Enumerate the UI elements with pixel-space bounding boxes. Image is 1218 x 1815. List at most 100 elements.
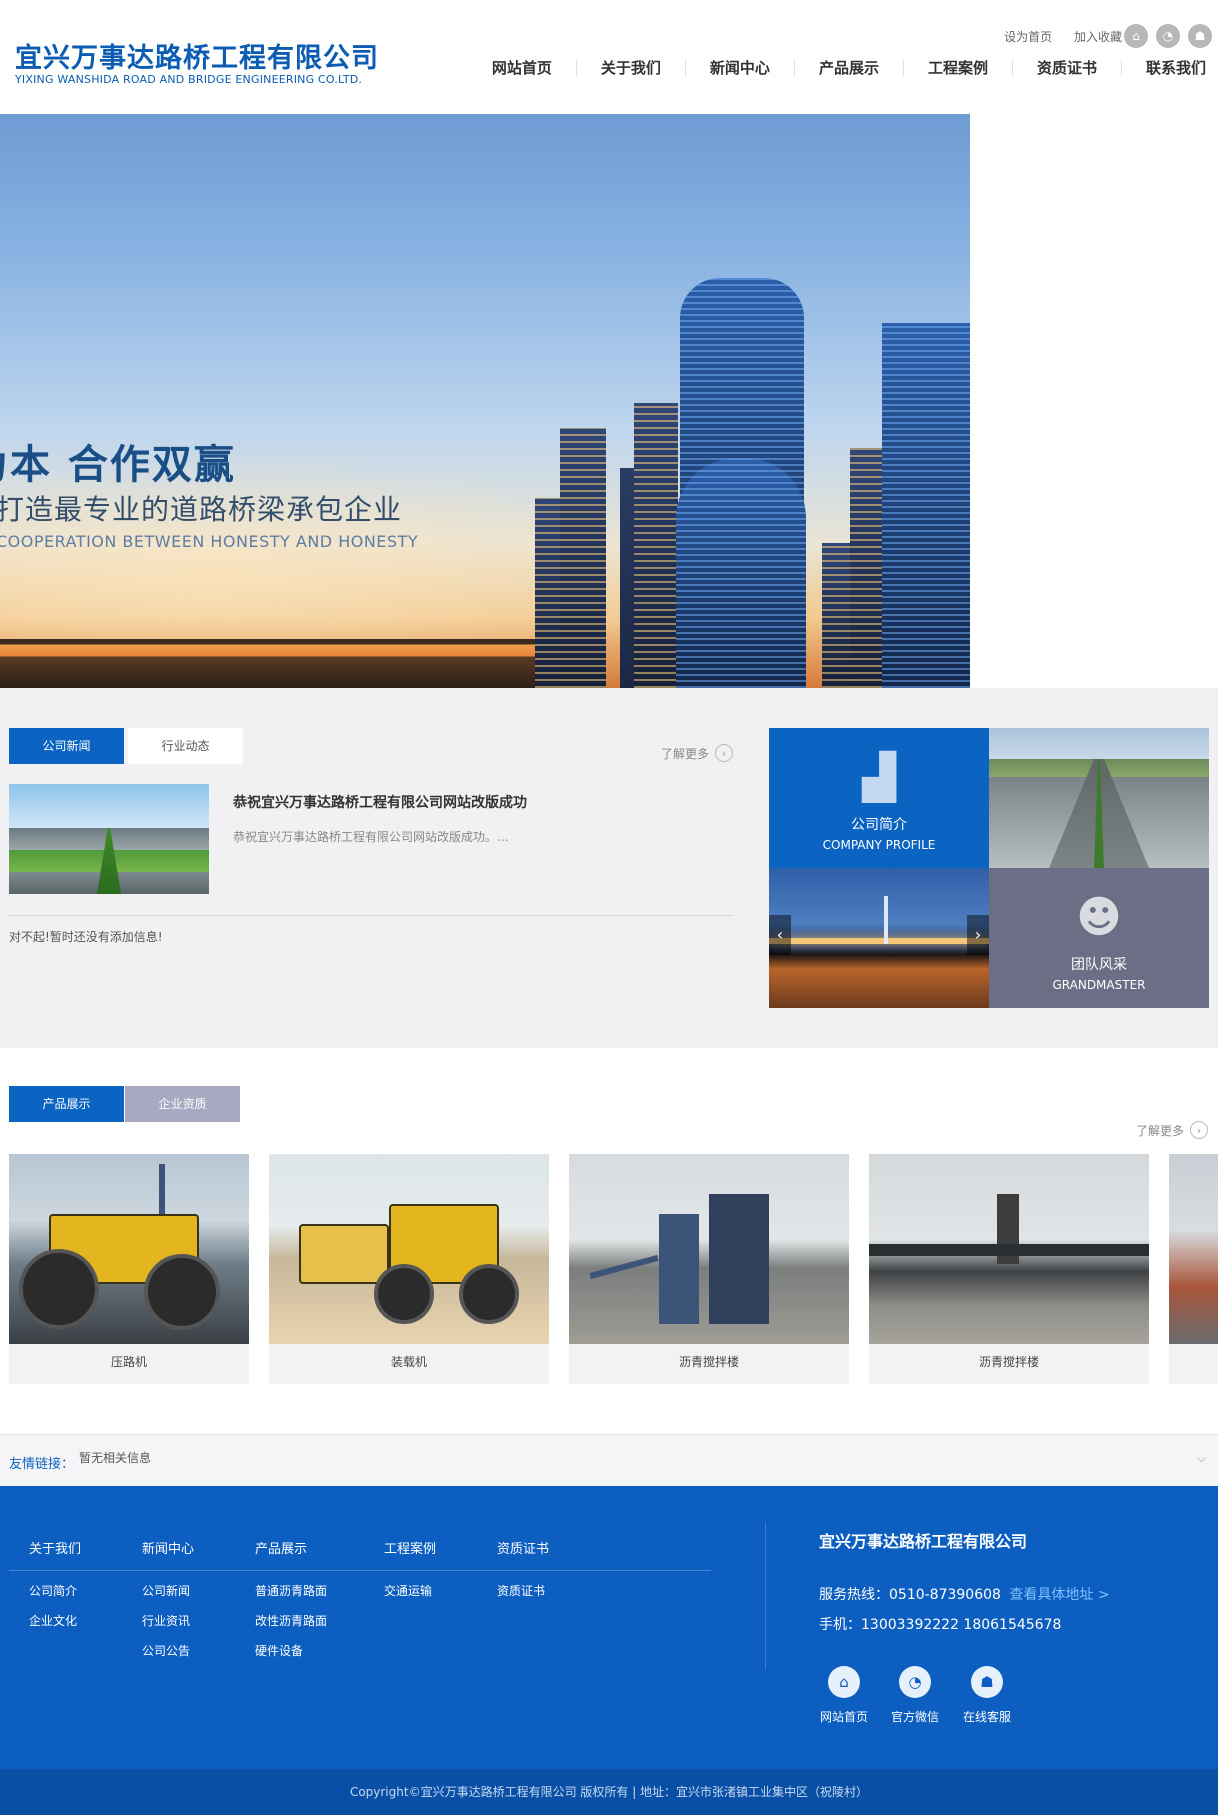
footer-icon-label: 官方微信 (890, 1710, 939, 1724)
footer-home-button[interactable]: ⌂ 网站首页 (812, 1666, 876, 1725)
footer-address-link[interactable]: 查看具体地址 > (1009, 1587, 1109, 1603)
footer-link[interactable]: 公司简介 (29, 1582, 77, 1599)
footer-col-title[interactable]: 工程案例 (384, 1538, 436, 1557)
qq-icon[interactable]: ☗ (1188, 24, 1212, 48)
nav-certificates[interactable]: 资质证书 (1011, 60, 1121, 76)
home-icon[interactable]: ⌂ (1124, 24, 1148, 48)
footer-company-name: 宜兴万事达路桥工程有限公司 (819, 1532, 1028, 1551)
tab-qualifications[interactable]: 企业资质 (125, 1086, 240, 1122)
banner-building (882, 323, 970, 688)
slider-prev-button[interactable]: ‹ (769, 915, 791, 955)
footer-divider (9, 1570, 711, 1571)
footer-col-news: 新闻中心 公司新闻 行业资讯 公司公告 (142, 1538, 194, 1658)
footer-link[interactable]: 普通沥青路面 (255, 1582, 327, 1599)
logo-subtitle: YIXING WANSHIDA ROAD AND BRIDGE ENGINEER… (15, 73, 363, 86)
footer-col-title[interactable]: 资质证书 (497, 1538, 549, 1557)
footer-hotline: 服务热线：0510-87390608 查看具体地址 > (819, 1584, 1110, 1604)
product-image (1169, 1154, 1218, 1344)
footer-hotline-text: 服务热线：0510-87390608 (819, 1587, 1001, 1603)
chevron-down-icon[interactable]: ⌵ (1197, 1451, 1206, 1466)
footer-col-title[interactable]: 新闻中心 (142, 1538, 194, 1557)
footer-wechat-button[interactable]: ◔ 官方微信 (883, 1666, 947, 1725)
footer-link[interactable]: 资质证书 (497, 1582, 545, 1599)
site-footer: 关于我们 公司简介 企业文化 新闻中心 公司新闻 行业资讯 公司公告 产品展示 … (0, 1486, 1218, 1769)
about-grid: ▟ 公司简介 COMPANY PROFILE ☻ 团队风采 GRANDMASTE… (769, 728, 1209, 1008)
team-tile[interactable]: ☻ 团队风采 GRANDMASTER (989, 868, 1209, 1008)
product-image (269, 1154, 549, 1344)
footer-col-certs: 资质证书 资质证书 (497, 1538, 549, 1598)
main-nav: 网站首页 关于我们 新闻中心 产品展示 工程案例 资质证书 联系我们 (468, 60, 1218, 76)
news-more-label: 了解更多 (661, 746, 710, 761)
footer-link[interactable]: 硬件设备 (255, 1642, 303, 1659)
footer-link[interactable]: 改性沥青路面 (255, 1612, 327, 1629)
hero-banner[interactable]: 为本 合作双赢 打造最专业的道路桥梁承包企业 COOPERATION BETWE… (0, 114, 970, 688)
nav-home[interactable]: 网站首页 (468, 60, 576, 76)
footer-link[interactable]: 企业文化 (29, 1612, 77, 1629)
footer-vertical-divider (765, 1522, 766, 1670)
footer-icon-label: 在线客服 (962, 1710, 1011, 1724)
bridge-image-slider[interactable] (769, 868, 989, 1008)
product-name: 沥青搅拌楼 (678, 1355, 739, 1369)
banner-headline: 为本 合作双赢 (0, 442, 236, 488)
friendly-links-value: 暂无相关信息 (79, 1451, 152, 1465)
top-social-icons: ⌂ ◔ ☗ (1124, 24, 1212, 48)
products-more-link[interactable]: 了解更多 › (1136, 1121, 1209, 1139)
loader-bucket (299, 1224, 389, 1284)
footer-col-products: 产品展示 普通沥青路面 改性沥青路面 硬件设备 (255, 1538, 327, 1658)
logo-title[interactable]: 宜兴万事达路桥工程有限公司 (15, 36, 379, 75)
site-header: 宜兴万事达路桥工程有限公司 YIXING WANSHIDA ROAD AND B… (0, 0, 1218, 114)
footer-link[interactable]: 交通运输 (384, 1582, 432, 1599)
qq-icon: ☗ (971, 1666, 1003, 1698)
team-label: 团队风采 (1071, 957, 1127, 973)
loader-wheel (374, 1264, 434, 1324)
banner-english: COOPERATION BETWEEN HONESTY AND HONESTY (0, 532, 419, 551)
news-featured-summary: 恭祝宜兴万事达路桥工程有限公司网站改版成功。... (233, 830, 509, 844)
nav-about[interactable]: 关于我们 (575, 60, 685, 76)
nav-contact[interactable]: 联系我们 (1120, 60, 1218, 76)
news-divider (9, 915, 734, 916)
company-profile-tile[interactable]: ▟ 公司简介 COMPANY PROFILE (769, 728, 989, 868)
news-more-link[interactable]: 了解更多 › (661, 744, 734, 762)
add-favorite-link[interactable]: 加入收藏 (1074, 30, 1122, 44)
nav-cases[interactable]: 工程案例 (902, 60, 1012, 76)
copyright-bar: Copyright©宜兴万事达路桥工程有限公司 版权所有 | 地址：宜兴市张渚镇… (0, 1769, 1218, 1815)
bridge-tower (884, 896, 888, 944)
plant-tower (659, 1214, 699, 1324)
footer-link[interactable]: 公司新闻 (142, 1582, 190, 1599)
nav-news[interactable]: 新闻中心 (684, 60, 794, 76)
tab-products[interactable]: 产品展示 (9, 1086, 124, 1122)
tab-company-news[interactable]: 公司新闻 (9, 728, 124, 764)
product-image (869, 1154, 1149, 1344)
footer-col-title[interactable]: 关于我们 (29, 1538, 81, 1557)
product-name: 沥青搅拌楼 (978, 1355, 1039, 1369)
footer-service-button[interactable]: ☗ 在线客服 (955, 1666, 1019, 1725)
home-icon: ⌂ (828, 1666, 860, 1698)
slider-next-button[interactable]: › (967, 915, 989, 955)
footer-mobile: 手机：13003392222 18061545678 (819, 1617, 1062, 1633)
tab-industry-news[interactable]: 行业动态 (128, 728, 243, 764)
friendly-links-bar: 友情链接： 暂无相关信息 ⌵ (0, 1434, 1218, 1486)
footer-col-title[interactable]: 产品展示 (255, 1538, 307, 1557)
product-card-partial[interactable] (1169, 1154, 1218, 1384)
product-card[interactable]: 沥青搅拌楼 (569, 1154, 849, 1384)
bridge-deck (769, 938, 989, 944)
product-card[interactable]: 装载机 (269, 1154, 549, 1384)
company-profile-label: 公司简介 (851, 817, 907, 833)
product-card[interactable]: 沥青搅拌楼 (869, 1154, 1149, 1384)
building-icon: ▟ (862, 752, 896, 803)
wechat-icon[interactable]: ◔ (1156, 24, 1180, 48)
set-homepage-link[interactable]: 设为首页 (1004, 30, 1052, 44)
top-links: 设为首页 加入收藏 (986, 28, 1122, 45)
nav-products[interactable]: 产品展示 (793, 60, 903, 76)
roller-drum (144, 1254, 220, 1330)
news-tabs: 公司新闻 行业动态 (9, 728, 243, 764)
news-thumbnail[interactable] (9, 784, 209, 894)
news-featured-title[interactable]: 恭祝宜兴万事达路桥工程有限公司网站改版成功 (233, 792, 527, 812)
product-image (569, 1154, 849, 1344)
loader-wheel (459, 1264, 519, 1324)
product-card[interactable]: 压路机 (9, 1154, 249, 1384)
footer-link[interactable]: 行业资讯 (142, 1612, 190, 1629)
highway-image (989, 728, 1209, 868)
product-tabs: 产品展示 企业资质 (9, 1086, 240, 1122)
footer-link[interactable]: 公司公告 (142, 1642, 190, 1659)
